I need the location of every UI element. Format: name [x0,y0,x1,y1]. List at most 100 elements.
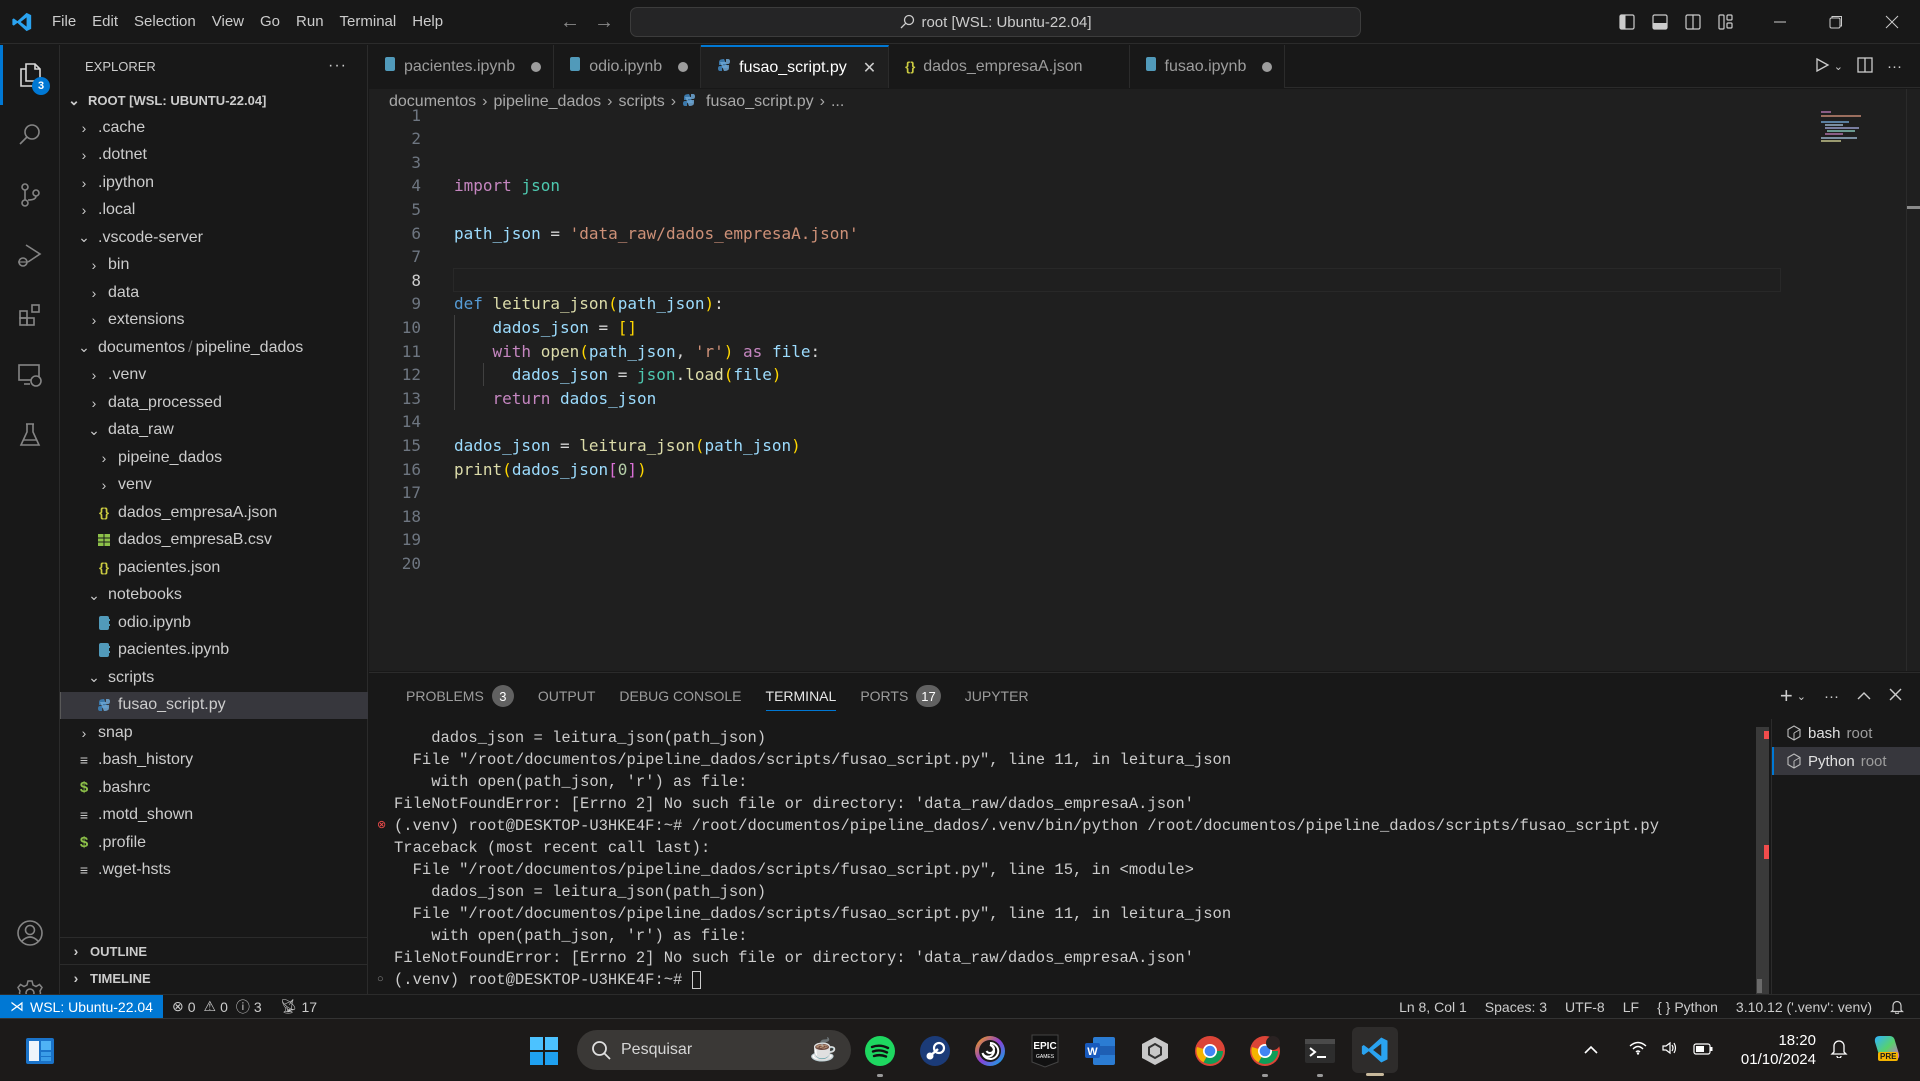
command-decoration-icon[interactable]: ○ [377,969,384,991]
activity-remote-explorer[interactable] [0,345,60,405]
tree-item[interactable]: › pipeine_dados [60,444,368,472]
toggle-secondary-sidebar-icon[interactable] [1676,0,1709,44]
python-interpreter[interactable]: 3.10.12 ('.venv': venv) [1727,995,1881,1019]
activity-source-control[interactable] [0,165,60,225]
activity-testing[interactable] [0,405,60,465]
panel-tab-terminal[interactable]: TERMINAL [754,673,849,719]
panel-tab-output[interactable]: OUTPUT [526,673,608,719]
tree-item[interactable]: dados_empresaB.csv [60,527,368,555]
run-python-file-icon[interactable] [1814,57,1830,77]
restore-button[interactable] [1808,0,1864,44]
start-button[interactable] [524,1031,564,1071]
unsaved-dot-icon[interactable] [1262,61,1273,72]
taskbar-app-vscode[interactable] [1352,1027,1398,1076]
panel-tab-jupyter[interactable]: JUPYTER [953,673,1041,719]
tree-item[interactable]: fusao_script.py [60,691,368,719]
activity-accounts[interactable] [0,903,60,963]
back-arrow-icon[interactable]: ← [560,11,580,34]
panel-tab-problems[interactable]: PROBLEMS 3 [394,673,526,719]
terminal-instance-bash[interactable]: bash root [1772,719,1920,747]
menu-selection[interactable]: Selection [126,0,204,44]
notifications-bell-icon[interactable] [1881,995,1920,1019]
tree-item[interactable]: ≡ .wget-hsts [60,857,368,885]
tab-fusao-ipynb[interactable]: fusao.ipynb [1129,45,1286,88]
tab-fusao-script-py[interactable]: fusao_script.py ✕ [701,45,890,88]
activity-explorer[interactable]: 3 [0,45,60,105]
timeline-section[interactable]: › TIMELINE [60,964,368,991]
terminal-profile-dropdown-icon[interactable]: ⌄ [1797,690,1806,703]
taskbar-app-epic-games[interactable]: EPIC GAMES [1025,1031,1065,1071]
command-failed-icon[interactable]: ⊗ [377,815,386,837]
tab-odio-ipynb[interactable]: odio.ipynb [554,45,702,88]
tree-item[interactable]: › .ipython [60,169,368,197]
menu-terminal[interactable]: Terminal [332,0,405,44]
ports-status[interactable]: 📡︎ 17 [271,995,326,1019]
tree-item[interactable]: ⌄ notebooks [60,582,368,610]
split-editor-icon[interactable] [1857,56,1873,77]
indentation[interactable]: Spaces: 3 [1476,995,1556,1019]
tab-dados-empresaa-json[interactable]: {} dados_empresaA.json [889,45,1130,88]
panel-tab-ports[interactable]: PORTS 17 [848,673,952,719]
battery-icon[interactable] [1693,1042,1713,1059]
problems-status[interactable]: ⊗ 0 ⚠ 0 ⓘ 3 [163,995,271,1019]
taskbar-app-unity-hub[interactable] [1135,1031,1175,1071]
code-editor[interactable]: documentos › pipeline_dados › scripts › fusao_… [369,89,1920,671]
copilot-button[interactable]: PRE [1872,1034,1902,1066]
tree-item[interactable]: › .dotnet [60,142,368,170]
activity-search[interactable] [0,105,60,165]
tree-item[interactable]: ⌄ scripts [60,664,368,692]
taskbar-app-ubisoft[interactable] [970,1031,1010,1071]
menu-file[interactable]: File [44,0,84,44]
taskbar-search[interactable]: Pesquisar ☕ [577,1030,851,1070]
end-of-line[interactable]: LF [1614,995,1648,1019]
tree-item[interactable]: $ .profile [60,829,368,857]
menu-go[interactable]: Go [252,0,288,44]
terminal-scrollbar[interactable] [1756,727,1769,999]
editor-scrollbar[interactable] [1906,89,1920,671]
tree-item[interactable]: › .cache [60,114,368,142]
close-window-button[interactable] [1864,0,1920,44]
terminal-output[interactable]: dados_json = leitura_json(path_json) Fil… [377,727,1744,991]
taskbar-app-spotify[interactable] [860,1031,900,1077]
tree-item[interactable]: › venv [60,472,368,500]
wifi-icon[interactable] [1629,1041,1647,1059]
panel-tab-debug-console[interactable]: DEBUG CONSOLE [607,673,753,719]
tab-pacientes-ipynb[interactable]: pacientes.ipynb [369,45,555,88]
tree-item[interactable]: $ .bashrc [60,774,368,802]
toggle-primary-sidebar-icon[interactable] [1610,0,1643,44]
unsaved-dot-icon[interactable] [531,61,542,72]
command-center-search[interactable]: root [WSL: Ubuntu-22.04] [630,7,1361,37]
taskbar-app-word[interactable]: W [1080,1031,1120,1071]
remote-indicator[interactable]: ⋊ WSL: Ubuntu-22.04 [0,994,163,1019]
tree-item[interactable]: › .venv [60,362,368,390]
forward-arrow-icon[interactable]: → [594,11,614,34]
language-mode[interactable]: { } Python [1648,995,1727,1019]
workspace-root-header[interactable]: ⌄ ROOT [WSL: UBUNTU-22.04] [60,87,368,115]
toggle-panel-icon[interactable] [1643,0,1676,44]
menu-edit[interactable]: Edit [84,0,126,44]
tree-item[interactable]: › data_processed [60,389,368,417]
maximize-panel-icon[interactable] [1857,688,1871,705]
cursor-position[interactable]: Ln 8, Col 1 [1390,995,1476,1019]
taskbar-app-chrome[interactable] [1190,1031,1230,1071]
run-dropdown-chevron-icon[interactable]: ⌄ [1834,60,1843,73]
explorer-more-actions-icon[interactable]: ··· [328,57,347,75]
tree-item[interactable]: ⌄ data_raw [60,417,368,445]
minimap[interactable] [1789,89,1909,169]
tree-item[interactable]: {} pacientes.json [60,554,368,582]
new-terminal-icon[interactable]: + [1780,683,1793,709]
encoding[interactable]: UTF-8 [1556,995,1614,1019]
panel-more-actions-icon[interactable]: ··· [1824,688,1839,705]
tree-item[interactable]: › snap [60,719,368,747]
tree-item[interactable]: ≡ .bash_history [60,747,368,775]
outline-section[interactable]: › OUTLINE [60,937,368,964]
tree-item[interactable]: ≡ .motd_shown [60,802,368,830]
tree-item[interactable]: › data [60,279,368,307]
close-tab-icon[interactable]: ✕ [863,58,876,78]
widgets-button[interactable] [20,1031,60,1071]
tree-item[interactable]: › bin [60,252,368,280]
tree-item[interactable]: odio.ipynb [60,609,368,637]
taskbar-app-terminal[interactable] [1300,1031,1340,1077]
customize-layout-icon[interactable] [1709,0,1742,44]
tree-item[interactable]: {} dados_empresaA.json [60,499,368,527]
